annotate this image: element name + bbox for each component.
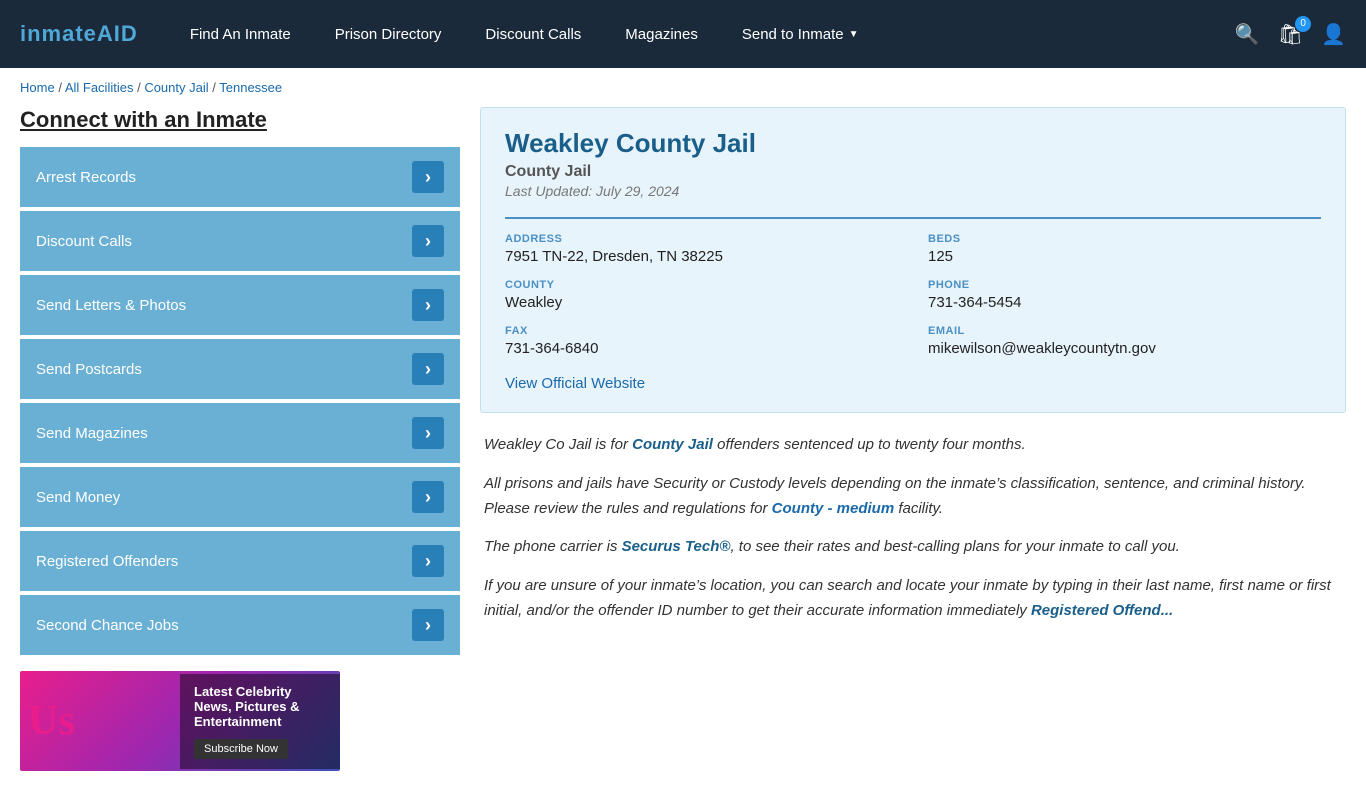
beds-group: BEDS 125 (928, 233, 1321, 265)
arrow-icon: › (412, 161, 444, 193)
nav-magazines[interactable]: Magazines (603, 0, 720, 68)
sidebar-item-discount-calls[interactable]: Discount Calls › (20, 211, 460, 271)
desc-para4: If you are unsure of your inmate’s locat… (484, 574, 1342, 624)
arrow-icon: › (412, 481, 444, 513)
official-website-link[interactable]: View Official Website (505, 375, 1321, 392)
securus-tech-link[interactable]: Securus Tech® (622, 538, 731, 555)
arrow-icon: › (412, 545, 444, 577)
logo[interactable]: inmateAID (20, 21, 138, 47)
nav-send-to-inmate[interactable]: Send to Inmate ▼ (720, 0, 881, 68)
sidebar-item-send-magazines[interactable]: Send Magazines › (20, 403, 460, 463)
desc-para2: All prisons and jails have Security or C… (484, 472, 1342, 522)
sidebar-menu: Arrest Records › Discount Calls › Send L… (20, 147, 460, 655)
breadcrumb-county-jail[interactable]: County Jail (144, 80, 208, 95)
nav-find-inmate[interactable]: Find An Inmate (168, 0, 313, 68)
header-icons: 🔍 🛍 0 👤 (1235, 22, 1346, 47)
sidebar-title: Connect with an Inmate (20, 107, 460, 133)
email-label: EMAIL (928, 325, 1321, 337)
sidebar-item-send-money[interactable]: Send Money › (20, 467, 460, 527)
fax-value: 731-364-6840 (505, 340, 898, 357)
address-group: ADDRESS 7951 TN-22, Dresden, TN 38225 (505, 233, 898, 265)
ad-content: Latest Celebrity News, Pictures & Entert… (180, 674, 340, 769)
email-group: EMAIL mikewilson@weakleycountytn.gov (928, 325, 1321, 357)
main-layout: Connect with an Inmate Arrest Records › … (0, 107, 1366, 791)
cart-icon[interactable]: 🛍 0 (1278, 22, 1303, 47)
arrow-icon: › (412, 609, 444, 641)
breadcrumb-all-facilities[interactable]: All Facilities (65, 80, 134, 95)
county-value: Weakley (505, 294, 898, 311)
breadcrumb: Home / All Facilities / County Jail / Te… (0, 68, 1366, 107)
ad-title: Latest Celebrity News, Pictures & Entert… (194, 684, 326, 729)
fax-group: FAX 731-364-6840 (505, 325, 898, 357)
facility-card: Weakley County Jail County Jail Last Upd… (480, 107, 1346, 413)
registered-offenders-link[interactable]: Registered Offend... (1031, 602, 1173, 619)
county-medium-link[interactable]: County - medium (772, 500, 895, 517)
facility-details: ADDRESS 7951 TN-22, Dresden, TN 38225 BE… (505, 217, 1321, 357)
advertisement: Us Latest Celebrity News, Pictures & Ent… (20, 671, 340, 771)
beds-label: BEDS (928, 233, 1321, 245)
phone-label: PHONE (928, 279, 1321, 291)
facility-type: County Jail (505, 163, 1321, 181)
arrow-icon: › (412, 353, 444, 385)
desc-para1: Weakley Co Jail is for County Jail offen… (484, 433, 1342, 458)
site-header: inmateAID Find An Inmate Prison Director… (0, 0, 1366, 68)
address-value: 7951 TN-22, Dresden, TN 38225 (505, 248, 898, 265)
email-value: mikewilson@weakleycountytn.gov (928, 340, 1321, 357)
main-content: Weakley County Jail County Jail Last Upd… (480, 107, 1346, 771)
arrow-icon: › (412, 225, 444, 257)
facility-updated: Last Updated: July 29, 2024 (505, 183, 1321, 199)
desc-para3: The phone carrier is Securus Tech®, to s… (484, 535, 1342, 560)
sidebar-item-send-postcards[interactable]: Send Postcards › (20, 339, 460, 399)
arrow-icon: › (412, 289, 444, 321)
sidebar-item-arrest-records[interactable]: Arrest Records › (20, 147, 460, 207)
sidebar: Connect with an Inmate Arrest Records › … (20, 107, 460, 771)
nav-discount-calls[interactable]: Discount Calls (463, 0, 603, 68)
breadcrumb-home[interactable]: Home (20, 80, 55, 95)
arrow-icon: › (412, 417, 444, 449)
ad-subscribe-button[interactable]: Subscribe Now (194, 739, 288, 759)
sidebar-item-second-chance-jobs[interactable]: Second Chance Jobs › (20, 595, 460, 655)
county-group: COUNTY Weakley (505, 279, 898, 311)
sidebar-item-send-letters[interactable]: Send Letters & Photos › (20, 275, 460, 335)
search-icon[interactable]: 🔍 (1235, 22, 1260, 47)
logo-text: inmateAID (20, 21, 138, 47)
facility-description: Weakley Co Jail is for County Jail offen… (480, 433, 1346, 624)
facility-name: Weakley County Jail (505, 128, 1321, 159)
nav-prison-directory[interactable]: Prison Directory (313, 0, 464, 68)
sidebar-item-registered-offenders[interactable]: Registered Offenders › (20, 531, 460, 591)
address-label: ADDRESS (505, 233, 898, 245)
cart-badge: 0 (1295, 16, 1311, 32)
beds-value: 125 (928, 248, 1321, 265)
breadcrumb-tennessee[interactable]: Tennessee (219, 80, 282, 95)
chevron-down-icon: ▼ (849, 29, 859, 40)
main-nav: Find An Inmate Prison Directory Discount… (168, 0, 1235, 68)
county-label: COUNTY (505, 279, 898, 291)
phone-value: 731-364-5454 (928, 294, 1321, 311)
county-jail-link[interactable]: County Jail (632, 436, 713, 453)
user-icon[interactable]: 👤 (1321, 22, 1346, 47)
fax-label: FAX (505, 325, 898, 337)
phone-group: PHONE 731-364-5454 (928, 279, 1321, 311)
